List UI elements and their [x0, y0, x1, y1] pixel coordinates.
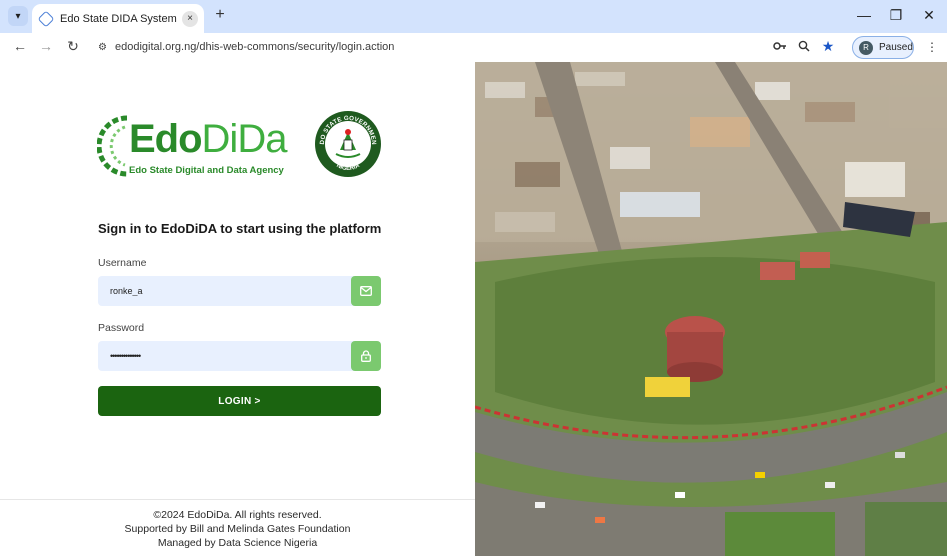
star-icon[interactable]: ★	[820, 38, 836, 55]
tab-close-icon[interactable]: ×	[182, 10, 198, 27]
forward-button[interactable]: →	[37, 38, 55, 54]
mail-icon[interactable]	[351, 276, 381, 306]
zoom-icon[interactable]	[796, 40, 812, 55]
kebab-menu-icon[interactable]: ⋮	[926, 40, 938, 54]
edo-state-seal: EDO STATE GOVERNMENT NIGERIA	[314, 110, 381, 177]
avatar: R	[859, 40, 873, 55]
logo-ring-icon	[97, 115, 128, 177]
password-label: Password	[98, 322, 145, 334]
password-field	[98, 341, 381, 371]
key-icon[interactable]	[772, 40, 788, 54]
chevron-down-icon[interactable]: ▾	[8, 6, 28, 26]
profile-status: Paused	[879, 42, 913, 53]
login-button[interactable]: LOGIN >	[98, 386, 381, 416]
footer-managed-by: Managed by Data Science Nigeria	[157, 537, 318, 549]
minimize-button[interactable]: —	[856, 7, 872, 23]
footer-copyright: ©2024 EdoDiDa. All rights reserved.	[153, 509, 322, 521]
edodida-logo: EdoDiDa Edo State Digital and Data Agenc…	[97, 112, 287, 182]
username-label: Username	[98, 257, 147, 269]
browser-tab-bar: ▾ Edo State DIDA System × + — ❐ ✕	[0, 0, 947, 33]
username-field	[98, 276, 381, 306]
site-settings-icon[interactable]: ⚙	[98, 42, 107, 53]
browser-tab[interactable]: Edo State DIDA System ×	[32, 4, 204, 33]
password-input[interactable]	[98, 341, 351, 371]
new-tab-button[interactable]: +	[211, 6, 229, 24]
lock-icon[interactable]	[351, 341, 381, 371]
restore-button[interactable]: ❐	[888, 7, 904, 24]
profile-button[interactable]: R Paused	[852, 36, 914, 59]
reload-button[interactable]: ↻	[64, 38, 82, 55]
tab-title: Edo State DIDA System	[60, 12, 177, 25]
browser-toolbar: ← → ↻ ⚙ edodigital.org.ng/dhis-web-commo…	[0, 33, 947, 62]
footer-supported-by: Supported by Bill and Melinda Gates Foun…	[124, 523, 351, 535]
dhis-diamond-icon	[37, 10, 55, 27]
signin-heading: Sign in to EdoDiDA to start using the pl…	[98, 221, 382, 236]
login-panel: EdoDiDa Edo State Digital and Data Agenc…	[0, 62, 475, 556]
address-bar[interactable]: ⚙ edodigital.org.ng/dhis-web-commons/sec…	[98, 37, 398, 57]
aerial-city-photo	[475, 62, 947, 556]
username-input[interactable]	[98, 276, 351, 306]
back-button[interactable]: ←	[11, 38, 29, 54]
logo-subtitle: Edo State Digital and Data Agency	[129, 165, 284, 176]
url-text[interactable]: edodigital.org.ng/dhis-web-commons/secur…	[115, 41, 394, 53]
close-window-button[interactable]: ✕	[921, 7, 937, 24]
logo-wordmark: EdoDiDa	[129, 117, 287, 161]
footer: ©2024 EdoDiDa. All rights reserved. Supp…	[0, 499, 475, 556]
